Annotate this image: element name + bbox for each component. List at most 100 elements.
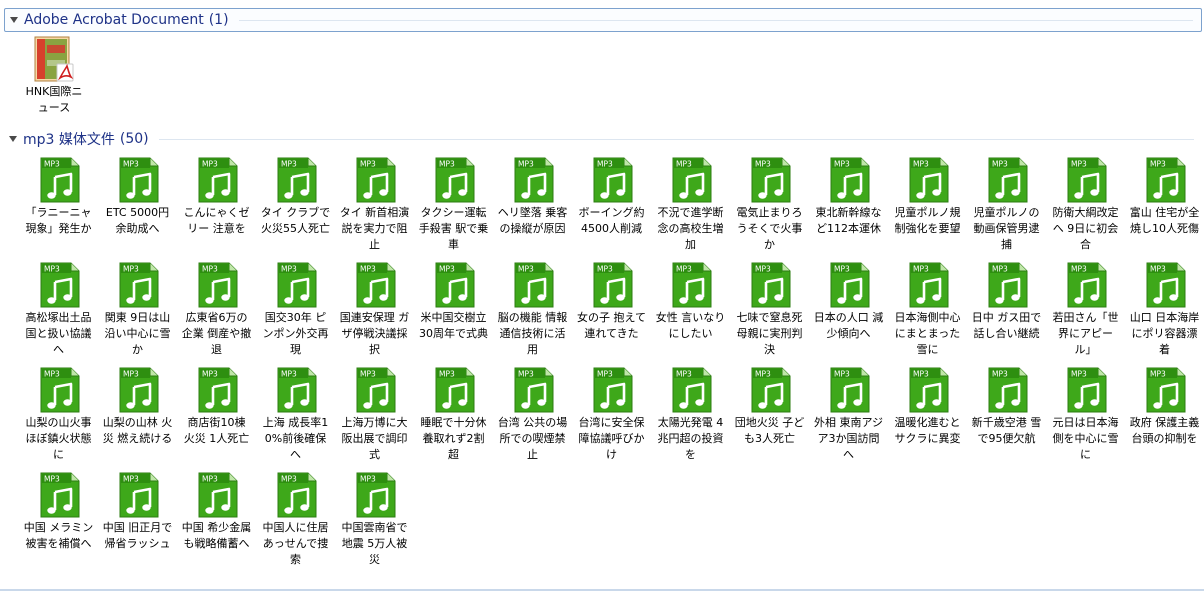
collapse-arrow-icon[interactable] xyxy=(10,17,18,23)
music-note-icon: MP3 xyxy=(590,367,634,413)
music-note-icon: MP3 xyxy=(1064,157,1108,203)
file-item-mp3[interactable]: MP3 団地火災 子ども3人死亡 xyxy=(730,365,809,470)
mp3-badge-text: MP3 xyxy=(518,160,534,169)
file-item-mp3[interactable]: MP3 富山 住宅が全焼し10人死傷 xyxy=(1125,155,1204,260)
file-item-mp3[interactable]: MP3 上海万博に大阪出展で調印式 xyxy=(335,365,414,470)
file-item-mp3[interactable]: MP3 外相 東南アジア3か国訪問へ xyxy=(809,365,888,470)
file-item-mp3[interactable]: MP3 元日は日本海側を中心に雪に xyxy=(1046,365,1125,470)
music-note-icon: MP3 xyxy=(827,262,871,308)
file-name: 東北新幹線など112本運休 xyxy=(815,206,882,235)
file-name: 太陽光発電 4兆円超の投資を xyxy=(657,416,724,461)
file-item-mp3[interactable]: MP3 関東 9日は山沿い中心に雪か xyxy=(98,260,177,365)
file-name: 商店街10棟 火災 1人死亡 xyxy=(183,416,250,445)
file-item-mp3[interactable]: MP3 米中国交樹立30周年で式典 xyxy=(414,260,493,365)
file-name: 日本海側中心にまとまった雪に xyxy=(894,311,961,356)
file-item-mp3[interactable]: MP3 広東省6万の企業 倒産や撤退 xyxy=(177,260,256,365)
file-name: HNK国際ニュース xyxy=(25,85,83,114)
group-header-mp3[interactable]: mp3 媒体文件 (50) xyxy=(4,127,1202,151)
file-item-mp3[interactable]: MP3 児童ポルノの動画保管男逮捕 xyxy=(967,155,1046,260)
file-item-mp3[interactable]: MP3 ヘリ墜落 乗客の操縦が原因 xyxy=(493,155,572,260)
file-item-mp3[interactable]: MP3 若田さん「世界にアピール」 xyxy=(1046,260,1125,365)
mp3-badge-text: MP3 xyxy=(597,370,613,379)
file-name: 広東省6万の企業 倒産や撤退 xyxy=(181,311,252,356)
music-note-icon: MP3 xyxy=(116,367,160,413)
file-name: 国交30年 ピンポン外交再現 xyxy=(262,311,329,356)
group-title: Adobe Acrobat Document xyxy=(24,12,204,28)
file-item-mp3[interactable]: MP3 タイ 新首相演説を実力で阻止 xyxy=(335,155,414,260)
file-item-mp3[interactable]: MP3 温暖化進むとサクラに異変 xyxy=(888,365,967,470)
file-item-pdf[interactable]: HNK国際ニュース xyxy=(22,36,86,116)
mp3-badge-text: MP3 xyxy=(992,265,1008,274)
music-note-icon: MP3 xyxy=(274,262,318,308)
music-note-icon: MP3 xyxy=(37,262,81,308)
file-item-mp3[interactable]: MP3 東北新幹線など112本運休 xyxy=(809,155,888,260)
music-note-icon: MP3 xyxy=(274,367,318,413)
file-item-mp3[interactable]: MP3 中国人に住居あっせんで捜索 xyxy=(256,470,335,575)
file-item-mp3[interactable]: MP3 タイ クラブで火災55人死亡 xyxy=(256,155,335,260)
music-note-icon: MP3 xyxy=(1143,157,1187,203)
file-item-mp3[interactable]: MP3 日本の人口 減少傾向へ xyxy=(809,260,888,365)
mp3-badge-text: MP3 xyxy=(992,160,1008,169)
music-note-icon: MP3 xyxy=(748,157,792,203)
file-name: 山梨の山林 火災 燃え続ける xyxy=(102,416,173,445)
file-item-mp3[interactable]: MP3 高松塚出土品 国と扱い協議へ xyxy=(19,260,98,365)
music-note-icon: MP3 xyxy=(37,157,81,203)
music-note-icon: MP3 xyxy=(116,262,160,308)
file-item-mp3[interactable]: MP3 中国 希少金属も戦略備蓄へ xyxy=(177,470,256,575)
file-item-mp3[interactable]: MP3 「ラニーニャ現象」発生か xyxy=(19,155,98,260)
file-name: タイ 新首相演説を実力で阻止 xyxy=(339,206,410,251)
mp3-badge-text: MP3 xyxy=(360,475,376,484)
mp3-badge-text: MP3 xyxy=(992,370,1008,379)
mp3-badge-text: MP3 xyxy=(360,265,376,274)
file-item-mp3[interactable]: MP3 児童ポルノ規制強化を要望 xyxy=(888,155,967,260)
file-item-mp3[interactable]: MP3 商店街10棟 火災 1人死亡 xyxy=(177,365,256,470)
file-name: 外相 東南アジア3か国訪問へ xyxy=(813,416,884,461)
file-item-mp3[interactable]: MP3 上海 成長率10%前後確保へ xyxy=(256,365,335,470)
file-item-mp3[interactable]: MP3 日中 ガス田で話し合い継続 xyxy=(967,260,1046,365)
file-item-mp3[interactable]: MP3 台湾に安全保障協議呼びかけ xyxy=(572,365,651,470)
music-note-icon: MP3 xyxy=(353,157,397,203)
file-item-mp3[interactable]: MP3 新千歳空港 雪で95便欠航 xyxy=(967,365,1046,470)
mp3-badge-text: MP3 xyxy=(281,160,297,169)
file-item-mp3[interactable]: MP3 七味で窒息死 母親に実刑判決 xyxy=(730,260,809,365)
group-header-pdf[interactable]: Adobe Acrobat Document (1) xyxy=(4,8,1202,32)
mp3-badge-text: MP3 xyxy=(202,475,218,484)
music-note-icon: MP3 xyxy=(274,472,318,518)
file-item-mp3[interactable]: MP3 脳の機能 情報通信技術に活用 xyxy=(493,260,572,365)
music-note-icon: MP3 xyxy=(748,262,792,308)
file-item-mp3[interactable]: MP3 国連安保理 ガザ停戦決議採択 xyxy=(335,260,414,365)
file-item-mp3[interactable]: MP3 ボーイング約4500人削減 xyxy=(572,155,651,260)
file-item-mp3[interactable]: MP3 山口 日本海岸にポリ容器漂着 xyxy=(1125,260,1204,365)
collapse-arrow-icon[interactable] xyxy=(9,136,17,142)
file-item-mp3[interactable]: MP3 電気止まりろうそくで火事か xyxy=(730,155,809,260)
mp3-badge-text: MP3 xyxy=(676,265,692,274)
file-item-mp3[interactable]: MP3 中国雲南省で地震 5万人被災 xyxy=(335,470,414,575)
music-note-icon: MP3 xyxy=(353,367,397,413)
file-item-mp3[interactable]: MP3 太陽光発電 4兆円超の投資を xyxy=(651,365,730,470)
file-item-mp3[interactable]: MP3 タクシー運転手殺害 駅で乗車 xyxy=(414,155,493,260)
file-item-mp3[interactable]: MP3 日本海側中心にまとまった雪に xyxy=(888,260,967,365)
file-name: 中国人に住居あっせんで捜索 xyxy=(262,521,329,566)
mp3-badge-text: MP3 xyxy=(597,265,613,274)
file-item-mp3[interactable]: MP3 防衛大綱改定へ 9日に初会合 xyxy=(1046,155,1125,260)
file-name: 中国 旧正月で帰省ラッシュ xyxy=(102,521,173,550)
file-item-mp3[interactable]: MP3 女性 言いなりにしたい xyxy=(651,260,730,365)
mp3-badge-text: MP3 xyxy=(123,265,139,274)
music-note-icon: MP3 xyxy=(353,262,397,308)
file-item-mp3[interactable]: MP3 ETC 5000円余助成へ xyxy=(98,155,177,260)
file-item-mp3[interactable]: MP3 政府 保護主義台頭の抑制を xyxy=(1125,365,1204,470)
file-item-mp3[interactable]: MP3 山梨の山火事 ほぼ鎮火状態に xyxy=(19,365,98,470)
file-item-mp3[interactable]: MP3 こんにゃくゼリー 注意を xyxy=(177,155,256,260)
file-name: 政府 保護主義台頭の抑制を xyxy=(1129,416,1200,445)
file-item-mp3[interactable]: MP3 女の子 抱えて連れてきた xyxy=(572,260,651,365)
file-item-mp3[interactable]: MP3 中国 メラミン被害を補償へ xyxy=(19,470,98,575)
file-item-mp3[interactable]: MP3 睡眠で十分休養取れず2割超 xyxy=(414,365,493,470)
music-note-icon: MP3 xyxy=(669,262,713,308)
music-note-icon: MP3 xyxy=(511,262,555,308)
file-item-mp3[interactable]: MP3 中国 旧正月で帰省ラッシュ xyxy=(98,470,177,575)
file-item-mp3[interactable]: MP3 国交30年 ピンポン外交再現 xyxy=(256,260,335,365)
file-item-mp3[interactable]: MP3 山梨の山林 火災 燃え続ける xyxy=(98,365,177,470)
file-item-mp3[interactable]: MP3 不況で進学断念の高校生増加 xyxy=(651,155,730,260)
music-note-icon: MP3 xyxy=(906,367,950,413)
file-item-mp3[interactable]: MP3 台湾 公共の場所での喫煙禁止 xyxy=(493,365,572,470)
